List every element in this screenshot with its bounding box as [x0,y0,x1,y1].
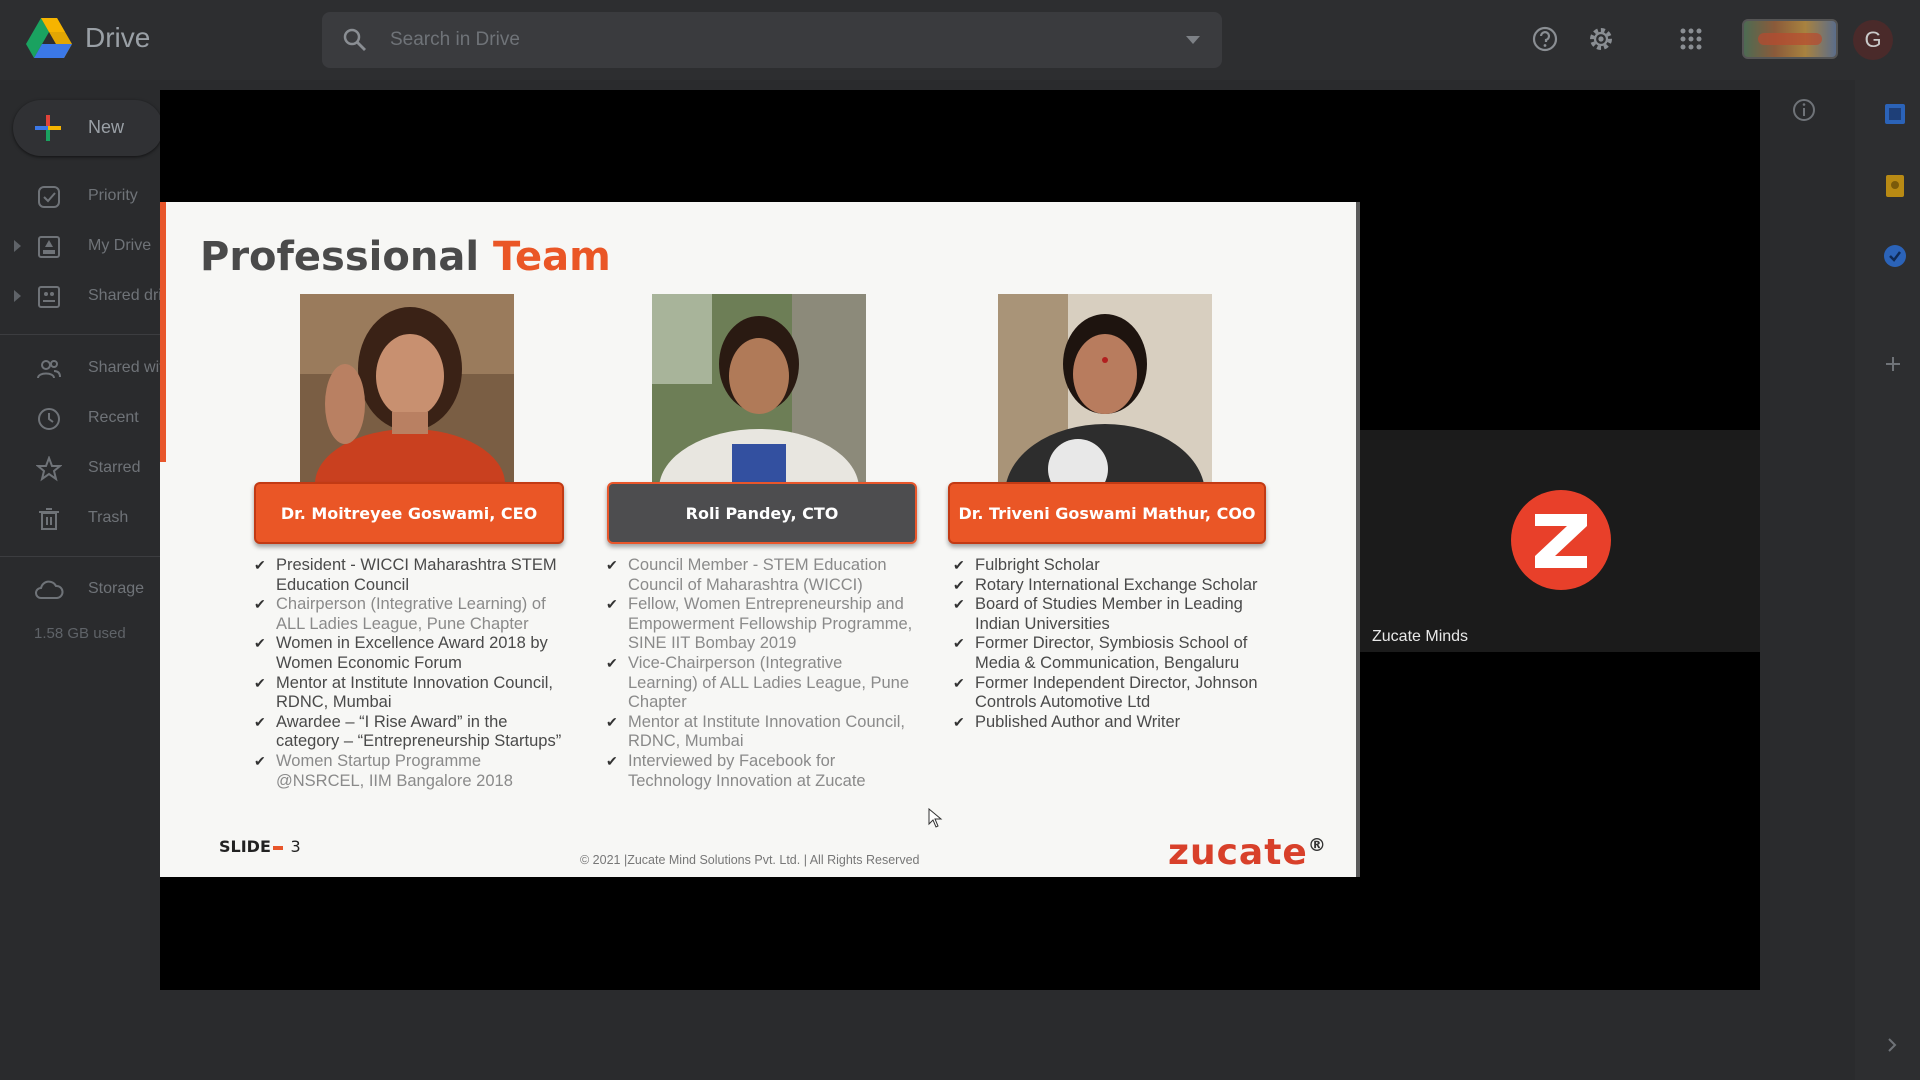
list-item: Vice-Chairperson (Integrative Learning) … [606,654,916,713]
sidebar-item-label: Trash [88,509,129,526]
registered-mark: ® [1307,835,1327,856]
info-icon[interactable] [1791,97,1817,123]
trash-icon [39,508,59,530]
slide-accent-bar [160,202,166,462]
add-addon-plus-icon[interactable] [1883,354,1903,374]
list-item: Fellow, Women Entrepreneurship and Empow… [606,595,916,654]
list-item: Chairperson (Integrative Learning) of AL… [254,595,564,634]
side-apps-panel [1855,80,1920,1080]
slide-title-part2: Team [492,234,611,280]
help-icon[interactable] [1530,24,1560,54]
participant-video-empty [1360,90,1760,428]
sidebar-item-trash[interactable]: Trash [0,498,170,538]
participant-name: Zucate Minds [1372,628,1469,645]
slide-number-label: SLIDE [219,837,271,856]
list-item: Awardee – “I Rise Award” in the category… [254,713,564,752]
list-item: Former Director, Symbiosis School of Med… [953,634,1273,673]
search-options-chevron-icon[interactable] [1186,36,1200,44]
sidebar-item-shared-drives[interactable]: Shared drives [0,276,187,316]
chevron-right-icon[interactable] [1885,1036,1899,1054]
calendar-icon[interactable] [1883,102,1907,126]
cloud-icon [35,580,64,599]
sidebar-divider [0,556,160,557]
slide-copyright: © 2021 |Zucate Mind Solutions Pvt. Ltd. … [580,853,920,867]
new-button[interactable]: New [13,100,163,156]
app-title[interactable]: Drive [85,22,150,54]
list-item: Board of Studies Member in Leading India… [953,595,1273,634]
new-button-label: New [88,117,125,137]
sidebar-item-label: Priority [88,187,138,204]
priority-icon [38,186,60,208]
tasks-icon[interactable] [1883,244,1907,268]
brand-wordmark: zucate [1168,832,1308,873]
zucate-logo: zucate® [1168,832,1327,873]
sidebar-item-label: Starred [88,459,141,476]
expand-arrow-icon[interactable] [14,290,21,302]
list-item: Women in Excellence Award 2018 by Women … [254,634,564,673]
slide-number: SLIDE 3 [219,837,301,856]
avatar[interactable]: G [1853,20,1893,60]
sidebar-item-shared-with-me[interactable]: Shared with me [0,348,199,388]
member-name-badge: Roli Pandey, CTO [607,482,917,544]
mouse-cursor-icon [928,808,943,828]
member-photo [300,294,514,484]
recent-icon [38,408,60,430]
drive-logo-icon[interactable] [26,18,72,58]
search-bar[interactable]: Search in Drive [322,12,1222,68]
list-item: Council Member - STEM Education Council … [606,556,916,595]
member-photo [998,294,1212,484]
sidebar-item-starred[interactable]: Starred [0,448,170,488]
participant-avatar-z-logo [1511,490,1611,590]
sidebar-item-storage[interactable]: Storage [0,569,170,609]
list-item: Fulbright Scholar [953,556,1273,576]
member-bullet-list: President - WICCI Maharashtra STEM Educa… [254,556,564,791]
sidebar-item-label: Recent [88,409,139,426]
top-bar: Drive Search in Drive G [0,0,1920,80]
member-bullet-list: Fulbright Scholar Rotary International E… [953,556,1273,732]
list-item: Mentor at Institute Innovation Council, … [606,713,916,752]
member-photo [652,294,866,484]
plus-icon [35,115,61,141]
list-item: Women Startup Programme @NSRCEL, IIM Ban… [254,752,564,791]
presentation-slide: Professional Team Dr. Moitreyee Goswami,… [160,202,1360,877]
member-name-badge: Dr. Moitreyee Goswami, CEO [254,482,564,544]
gear-icon[interactable] [1586,24,1616,54]
keep-icon[interactable] [1883,174,1907,198]
list-item: Mentor at Institute Innovation Council, … [254,674,564,713]
sidebar-item-recent[interactable]: Recent [0,398,170,438]
list-item: Former Independent Director, Johnson Con… [953,674,1273,713]
slide-title-part1: Professional [200,234,480,280]
my-drive-icon [38,236,60,258]
shared-drives-icon [38,286,60,308]
list-item: Rotary International Exchange Scholar [953,576,1273,596]
list-item: Interviewed by Facebook for Technology I… [606,752,916,791]
details-panel [1760,80,1850,1000]
sidebar-item-my-drive[interactable]: My Drive [0,226,170,266]
member-bullet-list: Council Member - STEM Education Council … [606,556,916,791]
expand-arrow-icon[interactable] [14,240,21,252]
apps-grid-icon[interactable] [1676,24,1706,54]
storage-used-text: 1.58 GB used [34,625,126,642]
list-item: Published Author and Writer [953,713,1273,733]
search-icon[interactable] [342,27,368,53]
workspace-logo[interactable] [1742,19,1838,59]
sidebar-divider [0,334,160,335]
slide-number-value: 3 [290,837,301,856]
star-icon [36,456,62,482]
slide-title: Professional Team [200,234,611,280]
member-name-badge: Dr. Triveni Goswami Mathur, COO [948,482,1266,544]
sidebar-item-label: My Drive [88,237,152,254]
shared-with-me-icon [37,360,61,379]
sidebar-item-priority[interactable]: Priority [0,176,170,216]
search-input[interactable]: Search in Drive [390,29,520,51]
sidebar-item-label: Storage [88,580,145,597]
list-item: President - WICCI Maharashtra STEM Educa… [254,556,564,595]
